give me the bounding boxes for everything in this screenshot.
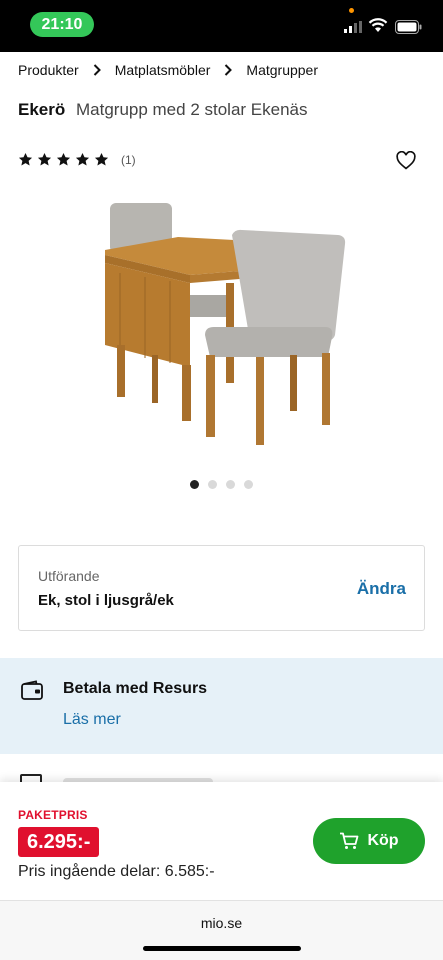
star-icon bbox=[56, 152, 71, 166]
star-icon bbox=[18, 152, 33, 166]
parts-price-text: Pris ingående delar: 6.585:- bbox=[18, 863, 215, 880]
status-time: 21:10 bbox=[30, 12, 94, 37]
variant-value: Ek, stol i ljusgrå/ek bbox=[38, 592, 174, 609]
package-price-label: PAKETPRIS bbox=[18, 808, 88, 822]
image-carousel-dots[interactable] bbox=[190, 480, 262, 489]
chevron-right-icon bbox=[225, 64, 233, 76]
payment-title: Betala med Resurs bbox=[63, 680, 208, 697]
carousel-dot[interactable] bbox=[226, 480, 235, 489]
breadcrumb-item-matplatsmobler[interactable]: Matplatsmöbler bbox=[115, 62, 211, 78]
carousel-dot[interactable] bbox=[244, 480, 253, 489]
breadcrumb: Produkter Matplatsmöbler Matgrupper bbox=[18, 60, 318, 80]
buy-button-label: Köp bbox=[367, 832, 399, 849]
browser-address-bar[interactable]: mio.se bbox=[0, 900, 443, 960]
review-count: (1) bbox=[121, 152, 136, 167]
product-name: Matgrupp med 2 stolar Ekenäs bbox=[75, 100, 308, 119]
url-text[interactable]: mio.se bbox=[0, 915, 443, 931]
rating[interactable]: (1) bbox=[18, 152, 136, 167]
cart-icon bbox=[340, 832, 359, 849]
payment-info-section: Betala med Resurs Läs mer bbox=[0, 658, 443, 754]
chevron-right-icon bbox=[93, 64, 101, 76]
wifi-icon bbox=[368, 18, 388, 32]
breadcrumb-item-produkter[interactable]: Produkter bbox=[18, 62, 79, 78]
star-icon bbox=[94, 152, 109, 166]
heart-icon[interactable] bbox=[396, 151, 416, 170]
delivery-info-peek bbox=[0, 754, 443, 784]
buy-button[interactable]: Köp bbox=[313, 818, 425, 864]
wallet-icon bbox=[21, 680, 43, 700]
variant-label: Utförande bbox=[38, 568, 100, 584]
product-image[interactable] bbox=[100, 195, 355, 450]
read-more-link[interactable]: Läs mer bbox=[63, 711, 121, 729]
sticky-buy-bar: PAKETPRIS 6.295:- Pris ingående delar: 6… bbox=[0, 782, 443, 900]
mic-indicator-icon bbox=[349, 8, 354, 13]
variant-selector[interactable]: Utförande Ek, stol i ljusgrå/ek Ändra bbox=[18, 545, 425, 631]
battery-icon bbox=[395, 20, 422, 34]
change-variant-link[interactable]: Ändra bbox=[357, 579, 406, 599]
product-title: Ekerö Matgrupp med 2 stolar Ekenäs bbox=[18, 100, 308, 120]
status-bar: 21:10 bbox=[0, 0, 443, 52]
cellular-signal-icon bbox=[344, 21, 362, 33]
star-icon bbox=[75, 152, 90, 166]
carousel-dot[interactable] bbox=[190, 480, 199, 489]
star-icon bbox=[37, 152, 52, 166]
price-badge: 6.295:- bbox=[18, 827, 100, 857]
carousel-dot[interactable] bbox=[208, 480, 217, 489]
breadcrumb-item-matgrupper[interactable]: Matgrupper bbox=[246, 62, 318, 78]
product-brand: Ekerö bbox=[18, 100, 66, 119]
home-indicator[interactable] bbox=[143, 946, 301, 951]
